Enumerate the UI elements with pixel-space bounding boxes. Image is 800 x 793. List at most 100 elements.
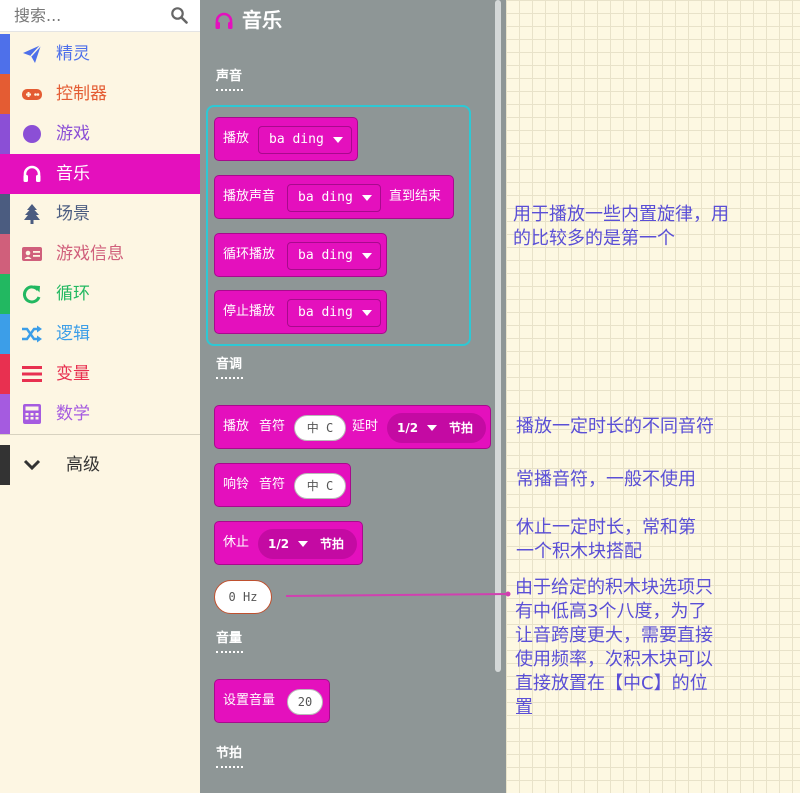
category-advanced[interactable]: 高级 xyxy=(0,445,200,485)
category-music[interactable]: 音乐 xyxy=(0,154,200,194)
category-color-bar xyxy=(0,234,10,274)
sidebar-divider xyxy=(0,434,200,435)
category-loops[interactable]: 循环 xyxy=(0,274,200,314)
ring-tone-block[interactable]: 响铃 音符 中 C xyxy=(214,463,351,507)
block-suffix-label: 直到结束 xyxy=(389,189,442,204)
category-label: 控制器 xyxy=(56,84,107,104)
search-box xyxy=(0,0,200,32)
category-color-bar xyxy=(0,274,10,314)
category-label: 场景 xyxy=(56,204,90,224)
search-icon[interactable] xyxy=(170,6,188,24)
section-label-volume: 音量 xyxy=(216,631,244,653)
block-label: 休止 xyxy=(223,535,250,550)
category-controller[interactable]: 控制器 xyxy=(0,74,200,114)
note-line: 用于播放一些内置旋律，用 xyxy=(513,204,729,225)
circle-icon xyxy=(23,125,41,143)
category-label: 游戏信息 xyxy=(56,244,124,264)
category-logic[interactable]: 逻辑 xyxy=(0,314,200,354)
category-label: 变量 xyxy=(56,364,90,384)
beat-value: 1/2 xyxy=(397,421,419,435)
calculator-icon xyxy=(23,404,41,424)
sound-dropdown[interactable]: ba ding xyxy=(287,242,381,270)
block-label: 响铃 xyxy=(223,477,250,492)
dropdown-arrow-icon xyxy=(362,195,372,201)
block-label: 停止播放 xyxy=(223,304,276,319)
volume-input[interactable]: 20 xyxy=(287,689,323,715)
category-scene[interactable]: 场景 xyxy=(0,194,200,234)
dropdown-arrow-icon xyxy=(362,253,372,259)
note-line: 由于给定的积木块选项只 xyxy=(515,577,713,598)
frequency-block[interactable]: 0 Hz xyxy=(214,580,272,614)
block-label: 播放声音 xyxy=(223,189,276,204)
category-color-bar xyxy=(0,34,10,74)
category-label: 循环 xyxy=(56,284,90,304)
category-color-bar xyxy=(0,445,10,485)
category-color-bar xyxy=(0,314,10,354)
section-label-tempo: 节拍 xyxy=(216,746,244,768)
note-play-tone: 播放一定时长的不同音符 xyxy=(516,415,786,439)
note-line: 直接放置在【中C】的位 xyxy=(515,673,708,694)
play-sound-until-done-block[interactable]: 播放声音 ba ding 直到结束 xyxy=(214,175,454,219)
play-tone-block[interactable]: 播放 音符 中 C 延时 1/2 节拍 xyxy=(214,405,491,449)
note-rest: 休止一定时长，常和第 一个积木块搭配 xyxy=(516,516,786,564)
sound-dropdown[interactable]: ba ding xyxy=(258,126,352,154)
category-math[interactable]: 数学 xyxy=(0,394,200,434)
sound-dropdown[interactable]: ba ding xyxy=(287,184,381,212)
dropdown-value: ba ding xyxy=(269,132,324,147)
note-picker[interactable]: 中 C xyxy=(294,415,346,441)
category-label: 逻辑 xyxy=(56,324,90,344)
flyout-scrollbar[interactable] xyxy=(495,0,501,672)
beat-dropdown[interactable]: 1/2 节拍 xyxy=(387,413,486,443)
note-line: 使用频率，次积木块可以 xyxy=(515,649,713,670)
note-line: 让音跨度更大，需要直接 xyxy=(515,625,713,646)
category-game-info[interactable]: 游戏信息 xyxy=(0,234,200,274)
category-color-bar xyxy=(0,194,10,234)
category-color-bar xyxy=(0,154,10,194)
category-color-bar xyxy=(0,354,10,394)
set-volume-block[interactable]: 设置音量 20 xyxy=(214,679,330,723)
frequency-value: 0 Hz xyxy=(228,590,258,604)
category-game[interactable]: 游戏 xyxy=(0,114,200,154)
category-color-bar xyxy=(0,394,10,434)
dropdown-arrow-icon xyxy=(298,541,308,547)
block-label: 播放 xyxy=(223,131,250,146)
headphones-icon xyxy=(215,12,233,29)
category-label: 高级 xyxy=(66,455,100,475)
category-variables[interactable]: 变量 xyxy=(0,354,200,394)
sound-dropdown[interactable]: ba ding xyxy=(287,299,381,327)
tree-icon xyxy=(24,204,40,224)
note-line: 有中低高3个八度，为了 xyxy=(515,601,707,622)
dropdown-value: ba ding xyxy=(298,248,353,263)
beat-dropdown[interactable]: 1/2 节拍 xyxy=(258,529,357,559)
play-sound-block[interactable]: 播放 ba ding xyxy=(214,117,358,161)
gamepad-icon xyxy=(22,89,42,100)
loop-sound-block[interactable]: 循环播放 ba ding xyxy=(214,233,387,277)
paper-plane-icon xyxy=(23,44,42,63)
note-value: 中 C xyxy=(306,479,334,493)
search-input[interactable] xyxy=(0,0,165,31)
beat-value: 1/2 xyxy=(268,537,290,551)
category-color-bar xyxy=(0,74,10,114)
note-picker[interactable]: 中 C xyxy=(294,473,346,499)
delay-label: 延时 xyxy=(352,419,379,434)
category-label: 游戏 xyxy=(56,124,90,144)
dropdown-arrow-icon xyxy=(362,310,372,316)
toolbox-sidebar: 精灵 控制器 游戏 音乐 场景 游戏信息 循环 逻辑 xyxy=(0,0,200,793)
note-line: 播放一定时长的不同音符 xyxy=(516,416,714,437)
note-line: 常播音符，一般不使用 xyxy=(516,469,696,490)
block-label: 播放 xyxy=(223,419,250,434)
note-line: 休止一定时长，常和第 xyxy=(516,517,696,538)
beat-unit-label: 节拍 xyxy=(320,537,345,551)
dropdown-arrow-icon xyxy=(333,137,343,143)
category-label: 音乐 xyxy=(56,164,90,184)
category-sprites[interactable]: 精灵 xyxy=(0,34,200,74)
block-label: 循环播放 xyxy=(223,247,276,262)
section-label-tone: 音调 xyxy=(216,357,244,379)
stop-sound-block[interactable]: 停止播放 ba ding xyxy=(214,290,387,334)
note-frequency: 由于给定的积木块选项只 有中低高3个八度，为了 让音跨度更大，需要直接 使用频率… xyxy=(515,576,797,720)
rest-block[interactable]: 休止 1/2 节拍 xyxy=(214,521,363,565)
category-label: 数学 xyxy=(56,404,90,424)
block-label: 设置音量 xyxy=(223,693,276,708)
headphones-icon xyxy=(23,165,41,182)
list-icon xyxy=(22,366,42,382)
